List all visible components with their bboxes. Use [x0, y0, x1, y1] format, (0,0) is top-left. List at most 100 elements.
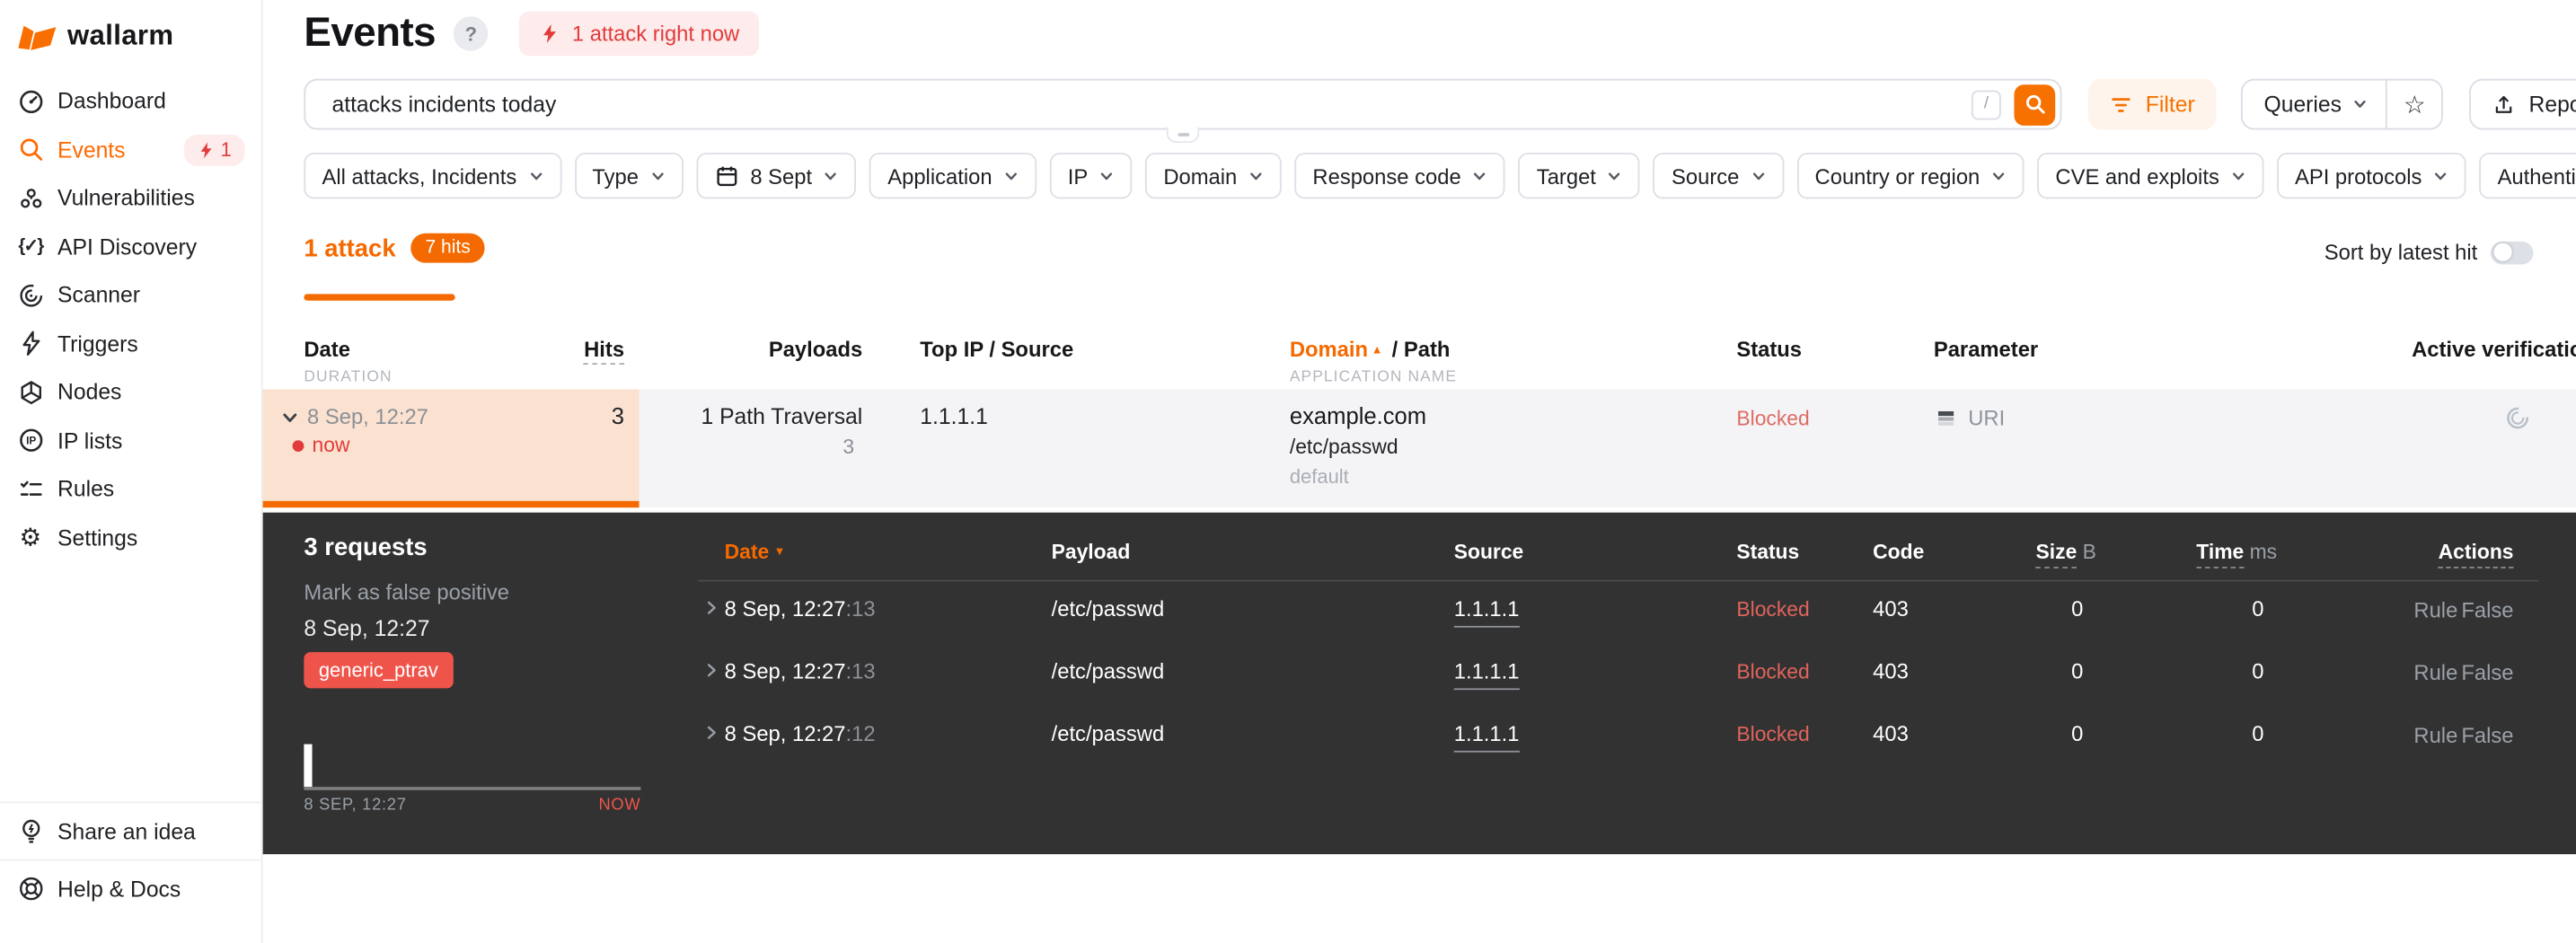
sort-desc-icon: ▼ [773, 547, 786, 559]
export-report-icon [2492, 93, 2516, 116]
request-date: 8 Sep, 12:27:12 [724, 720, 876, 746]
column-date: Date [304, 336, 350, 362]
dashboard-icon [16, 87, 44, 115]
sort-toggle[interactable] [2490, 240, 2534, 264]
sidebar: wallarm Dashboard Events 1 Vulnerabilities {… [0, 0, 263, 943]
filter-chip-domain[interactable]: Domain [1145, 153, 1282, 199]
parameter-icon [1934, 406, 1958, 430]
false-action-link[interactable]: False [2461, 660, 2513, 684]
false-action-link[interactable]: False [2461, 723, 2513, 747]
filter-icon [2110, 93, 2133, 116]
chevron-down-icon [1003, 168, 1018, 182]
request-code: 403 [1873, 595, 1909, 621]
filter-chip-type[interactable]: Type [574, 153, 684, 199]
active-verification-icon [2505, 406, 2529, 430]
sidebar-item-label: Settings [57, 524, 138, 551]
chevron-down-icon [1472, 168, 1486, 182]
timeline-labels: 8 SEP, 12:27 NOW [304, 797, 640, 815]
sidebar-item-ip-lists[interactable]: IP IP lists [0, 417, 261, 465]
header-divider [698, 579, 2538, 582]
sidebar-item-rules[interactable]: Rules [0, 465, 261, 514]
request-row[interactable]: 8 Sep, 12:27:13/etc/passwd 1.1.1.1 Blocked… [263, 648, 2576, 711]
collapse-chevron-icon[interactable] [281, 409, 299, 427]
sidebar-item-vulnerabilities[interactable]: Vulnerabilities [0, 174, 261, 223]
request-source-link[interactable]: 1.1.1.1 [1453, 596, 1520, 628]
column-domain-path[interactable]: Domain ▲ / Path [1290, 337, 1451, 361]
attack-date-cell: 8 Sep, 12:27 now [262, 389, 640, 508]
sidebar-item-label: IP lists [57, 427, 123, 454]
filter-chip-application[interactable]: Application [869, 153, 1037, 199]
request-source-link[interactable]: 1.1.1.1 [1453, 658, 1520, 691]
sidebar-item-api-discovery[interactable]: {✓} API Discovery [0, 223, 261, 271]
attack-date: 8 Sep, 12:27 [307, 403, 428, 429]
search-input[interactable] [305, 80, 2060, 128]
rule-action-link[interactable]: Rule [2413, 723, 2457, 747]
help-icon[interactable]: ? [454, 16, 489, 51]
page-title: Events [304, 9, 437, 57]
filter-chip-response-code[interactable]: Response code [1294, 153, 1506, 199]
triggers-icon [16, 330, 44, 357]
filter-chip-target[interactable]: Target [1518, 153, 1641, 199]
column-hits[interactable]: Hits [584, 336, 625, 366]
chevron-down-icon [650, 168, 665, 182]
false-action-link[interactable]: False [2461, 598, 2513, 622]
request-row[interactable]: 8 Sep, 12:27:13/etc/passwd 1.1.1.1 Blocked… [263, 586, 2576, 649]
sort-label: Sort by latest hit [2324, 240, 2478, 265]
attack-row[interactable]: 8 Sep, 12:27 now 3 1 Path Traversal 3 1.… [262, 389, 2576, 508]
column-payloads: Payloads [768, 336, 863, 362]
filter-chip-all-attacks-incidents[interactable]: All attacks, Incidents [304, 153, 561, 199]
expand-chevron-icon[interactable] [703, 725, 719, 741]
expand-chevron-icon[interactable] [703, 662, 719, 678]
column-request-code: Code [1873, 540, 1925, 564]
report-button[interactable]: Report [2469, 78, 2576, 130]
timeline-start-label: 8 SEP, 12:27 [304, 797, 407, 815]
search-button[interactable] [2014, 84, 2056, 126]
request-source-link[interactable]: 1.1.1.1 [1453, 721, 1520, 753]
expand-chevron-icon[interactable] [703, 600, 719, 616]
request-date: 8 Sep, 12:27:13 [724, 595, 876, 621]
favorite-star-button[interactable]: ☆ [2387, 81, 2441, 128]
filter-chip-ip[interactable]: IP [1049, 153, 1133, 199]
filter-chip-country-or-region[interactable]: Country or region [1796, 153, 2025, 199]
calendar-icon [714, 163, 738, 188]
filter-chip-cve-and-exploits[interactable]: CVE and exploits [2037, 153, 2264, 199]
search-expand-handle[interactable] [1166, 126, 1200, 144]
column-request-size[interactable]: Size B [2035, 540, 2096, 568]
sidebar-item-settings[interactable]: ⚙ Settings [0, 514, 261, 562]
rule-action-link[interactable]: Rule [2413, 598, 2457, 622]
column-request-time[interactable]: Time ms [2196, 540, 2277, 568]
ip-lists-icon: IP [16, 427, 44, 454]
column-request-date[interactable]: Date ▼ [725, 541, 786, 564]
main-content: Events ? 1 attack right now / Filter [262, 0, 2576, 943]
sidebar-item-events[interactable]: Events 1 [0, 126, 261, 174]
request-code: 403 [1873, 658, 1909, 683]
sidebar-item-help-docs[interactable]: Help & Docs [0, 859, 261, 917]
request-payload: /etc/passwd [1051, 595, 1165, 621]
rule-action-link[interactable]: Rule [2413, 660, 2457, 684]
wallarm-logo[interactable]: wallarm [16, 20, 173, 53]
request-row[interactable]: 8 Sep, 12:27:12/etc/passwd 1.1.1.1 Blocked… [263, 711, 2576, 774]
sidebar-item-label: Events [57, 137, 126, 163]
filter-chip-source[interactable]: Source [1653, 153, 1784, 199]
column-request-actions[interactable]: Actions [2438, 540, 2514, 568]
sidebar-item-label: API Discovery [57, 234, 198, 260]
queries-dropdown[interactable]: Queries [2243, 80, 2388, 128]
help-docs-icon [16, 875, 44, 903]
app-window: wallarm Dashboard Events 1 Vulnerabilities {… [0, 0, 2576, 943]
attack-payload: 1 Path Traversal [701, 403, 863, 429]
sidebar-item-share-an-idea[interactable]: Share an idea [0, 801, 261, 859]
filter-chip-authentication[interactable]: Authentication [2479, 153, 2576, 199]
filter-chip-api-protocols[interactable]: API protocols [2276, 153, 2466, 199]
sidebar-item-scanner[interactable]: Scanner [0, 271, 261, 320]
sidebar-item-dashboard[interactable]: Dashboard [0, 77, 261, 126]
filter-chip-8-sept[interactable]: 8 Sept [695, 153, 857, 199]
column-active-verification: Active verification [2412, 336, 2576, 362]
wallarm-logo-text: wallarm [66, 19, 174, 51]
column-top-ip: Top IP / Source [920, 336, 1074, 362]
sidebar-item-label: Dashboard [57, 89, 166, 114]
sidebar-item-nodes[interactable]: Nodes [0, 368, 261, 417]
sidebar-bottom: Share an idea Help & Docs [0, 801, 261, 917]
column-parameter: Parameter [1933, 336, 2039, 362]
filter-button[interactable]: Filter [2087, 78, 2217, 130]
sidebar-item-triggers[interactable]: Triggers [0, 320, 261, 368]
